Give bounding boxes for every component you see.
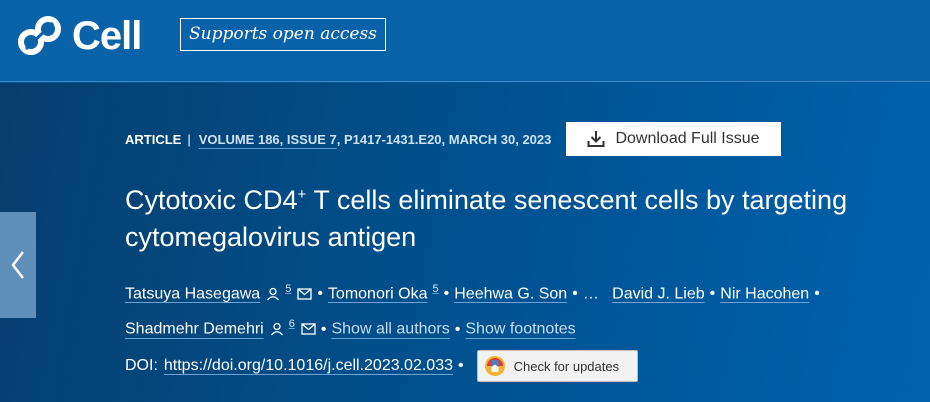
doi-row: DOI: https://doi.org/10.1016/j.cell.2023…	[125, 350, 638, 382]
person-icon[interactable]	[266, 287, 280, 301]
separator-dot: •	[572, 285, 578, 303]
author-name[interactable]: Shadmehr Demehri	[125, 321, 264, 338]
doi-link[interactable]: https://doi.org/10.1016/j.cell.2023.02.0…	[164, 357, 453, 375]
person-icon[interactable]	[270, 322, 284, 336]
volume-issue-link[interactable]: VOLUME 186, ISSUE 7	[199, 132, 337, 147]
check-for-updates-label: Check for updates	[513, 358, 620, 374]
author-footnote[interactable]: 5	[433, 283, 439, 295]
show-all-authors-link[interactable]: Show all authors	[331, 321, 449, 338]
title-sup: +	[297, 186, 307, 203]
authors-ellipsis: …	[582, 285, 599, 303]
separator-dot: •	[320, 320, 327, 338]
pages-date: , P1417-1431.E20, MARCH 30, 2023	[336, 131, 552, 147]
separator-dot: •	[709, 285, 716, 303]
cell-logo[interactable]: Cell	[18, 14, 142, 58]
separator-dot: •	[814, 285, 820, 303]
author-name[interactable]: Tomonori Oka	[328, 285, 428, 302]
author-name[interactable]: Heehwa G. Son	[454, 285, 567, 302]
crossmark-icon	[484, 356, 505, 376]
author-name[interactable]: Tatsuya Hasegawa	[125, 285, 260, 302]
chevron-left-icon	[11, 251, 24, 279]
previous-article-button[interactable]	[0, 212, 36, 318]
article-title: Cytotoxic CD4+ T cells eliminate senesce…	[125, 182, 915, 256]
author-footnote[interactable]: 5	[285, 283, 291, 295]
mail-icon[interactable]	[297, 288, 312, 300]
article-meta: ARTICLE | VOLUME 186, ISSUE 7 , P1417-14…	[125, 122, 551, 156]
author-footnote[interactable]: 6	[289, 318, 295, 330]
cell-logo-icon	[18, 16, 61, 55]
separator-dot: •	[443, 285, 450, 303]
separator-dot: •	[454, 320, 461, 338]
site-header: Cell Supports open access	[0, 0, 930, 82]
author-name[interactable]: David J. Lieb	[612, 285, 705, 302]
separator-dot: •	[458, 357, 464, 374]
title-part1: Cytotoxic CD4	[125, 185, 298, 215]
show-footnotes-link[interactable]: Show footnotes	[465, 321, 575, 338]
download-full-issue-button[interactable]: Download Full Issue	[566, 122, 781, 156]
logo-text: Cell	[72, 14, 142, 58]
separator-dot: •	[317, 285, 323, 303]
author-list: Tatsuya Hasegawa 5 • Tomonori Oka 5 • Heehwa G…	[125, 274, 915, 345]
check-for-updates-button[interactable]: Check for updates	[476, 350, 638, 382]
download-label: Download Full Issue	[615, 130, 760, 147]
open-access-badge[interactable]: Supports open access	[180, 18, 386, 51]
download-icon	[587, 131, 605, 147]
author-name[interactable]: Nir Hacohen	[720, 285, 809, 302]
mail-icon[interactable]	[301, 323, 316, 336]
meta-separator: |	[187, 131, 191, 147]
doi-label: DOI:	[125, 357, 158, 374]
article-type: ARTICLE	[125, 131, 182, 147]
